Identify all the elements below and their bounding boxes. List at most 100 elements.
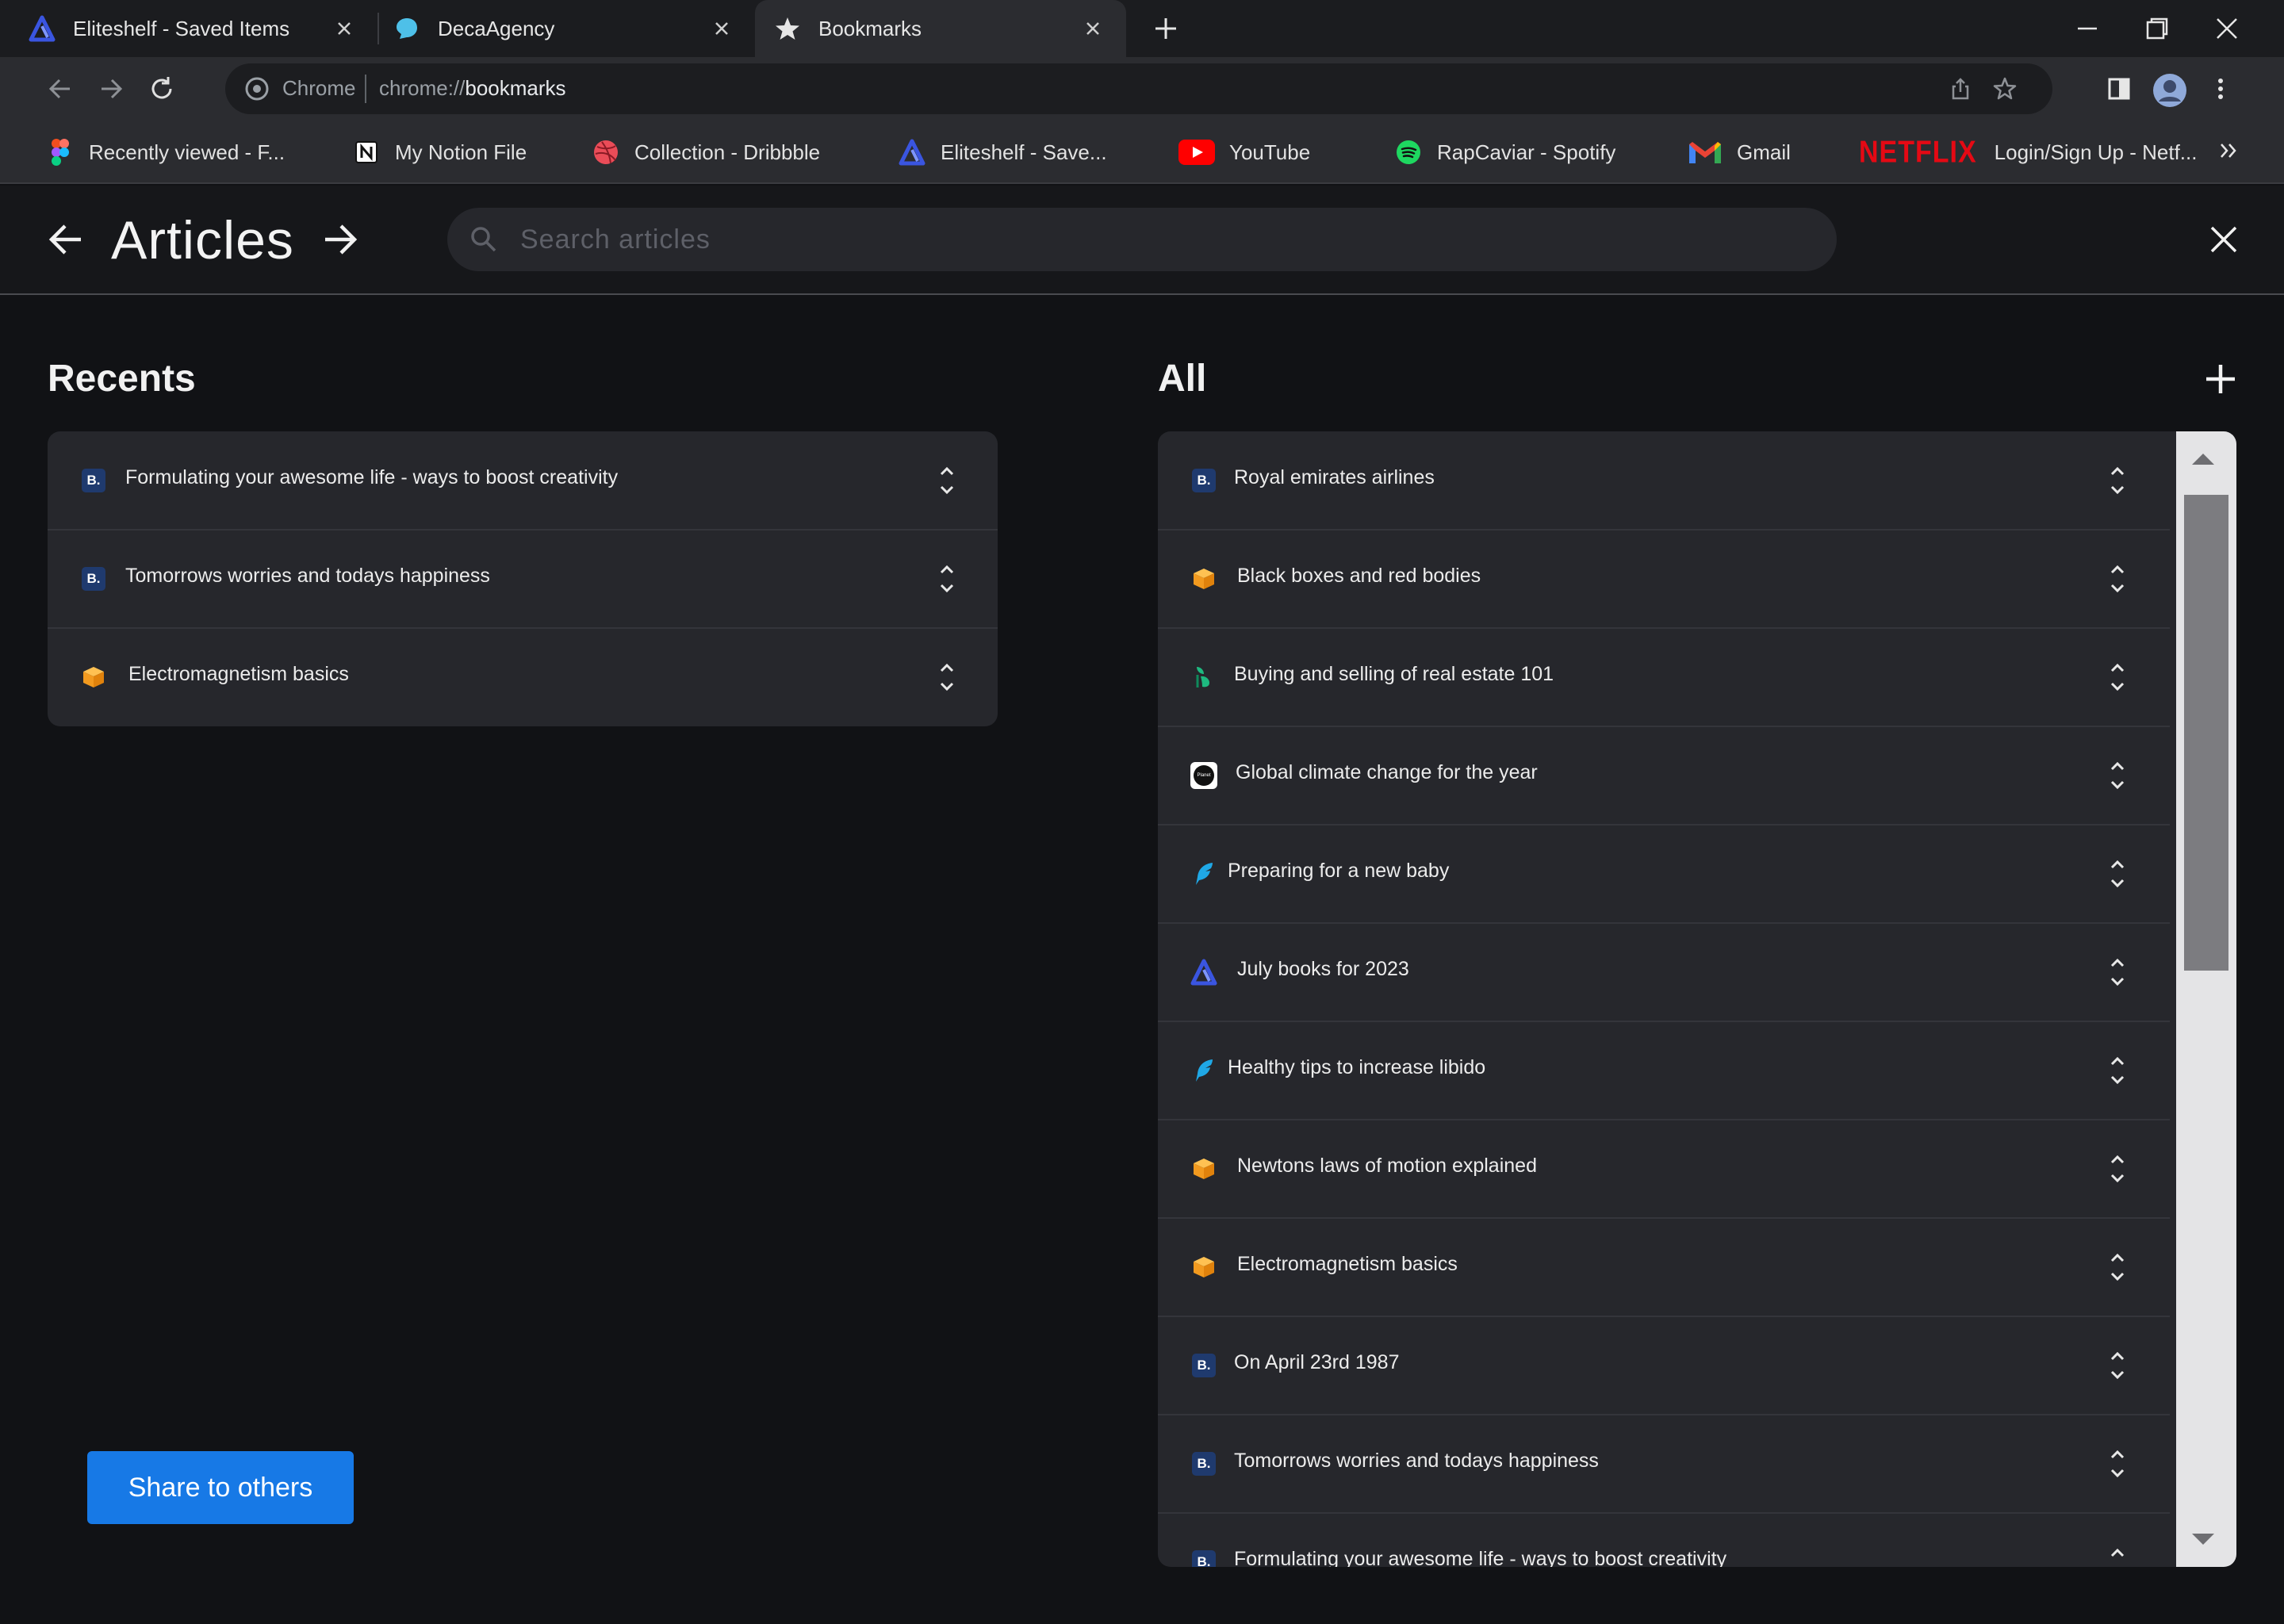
side-panel-icon[interactable] <box>2103 73 2135 105</box>
item-label: Tomorrows worries and todays happiness <box>1234 1450 1599 1472</box>
bookmarks-overflow-chevron-icon[interactable] <box>2214 136 2243 165</box>
add-plus-icon[interactable] <box>2202 360 2240 398</box>
bookmark-notion[interactable]: My Notion File <box>352 135 527 170</box>
expand-collapse-icon[interactable] <box>2105 561 2130 596</box>
tab-close-icon[interactable] <box>1082 17 1104 40</box>
list-item[interactable]: B. Tomorrows worries and todays happines… <box>1158 1415 2170 1513</box>
share-page-icon[interactable] <box>1948 76 1973 102</box>
browser-back-icon[interactable] <box>44 73 76 105</box>
forward-arrow-icon[interactable] <box>317 217 362 262</box>
tab-separator <box>377 13 379 44</box>
star-icon <box>774 15 801 42</box>
tab-decaagency[interactable]: DecaAgency <box>393 0 755 57</box>
profile-avatar[interactable] <box>2152 73 2186 107</box>
item-label: Electromagnetism basics <box>1237 1253 1458 1275</box>
tab-title: Eliteshelf - Saved Items <box>73 16 290 40</box>
address-bar[interactable]: Chrome chrome://bookmarks <box>225 63 2052 114</box>
item-label: Formulating your awesome life - ways to … <box>125 466 619 488</box>
circle-logo-icon: Planet <box>1190 761 1218 790</box>
item-label: On April 23rd 1987 <box>1234 1351 1400 1373</box>
window-close-icon[interactable] <box>2213 14 2241 43</box>
restore-icon[interactable] <box>2143 14 2171 43</box>
tab-close-icon[interactable] <box>333 17 355 40</box>
browser-forward-icon[interactable] <box>95 73 127 105</box>
recents-list: B. Formulating your awesome life - ways … <box>48 431 998 726</box>
bookmark-label: Gmail <box>1737 140 1791 164</box>
expand-collapse-icon[interactable] <box>934 561 960 596</box>
expand-collapse-icon[interactable] <box>934 660 960 695</box>
tab-strip: Eliteshelf - Saved Items DecaAgency Book… <box>0 0 2284 57</box>
search-input[interactable] <box>520 208 1805 271</box>
bookmark-youtube[interactable]: YouTube <box>1178 135 1310 170</box>
expand-collapse-icon[interactable] <box>2105 463 2130 498</box>
bookmark-eliteshelf[interactable]: Eliteshelf - Save... <box>898 135 1107 170</box>
expand-collapse-icon[interactable] <box>2105 955 2130 990</box>
eliteshelf-logo-icon <box>898 138 926 167</box>
expand-collapse-icon[interactable] <box>2105 856 2130 891</box>
bookmark-dribbble[interactable]: Collection - Dribbble <box>592 135 820 170</box>
list-item[interactable]: Electromagnetism basics <box>1158 1218 2170 1316</box>
list-item[interactable]: Black boxes and red bodies <box>1158 530 2170 628</box>
list-item[interactable]: July books for 2023 <box>1158 923 2170 1021</box>
page-title: Articles <box>111 210 294 270</box>
list-item[interactable]: Electromagnetism basics <box>48 628 998 726</box>
list-item[interactable]: B. Formulating your awesome life - ways … <box>1158 1513 2170 1567</box>
expand-collapse-icon[interactable] <box>2105 1053 2130 1088</box>
new-tab-plus-icon[interactable] <box>1152 14 1180 43</box>
bookmark-label: Collection - Dribbble <box>634 140 821 164</box>
spotify-icon <box>1394 138 1423 167</box>
bookmark-figma[interactable]: Recently viewed - F... <box>46 135 285 170</box>
list-item[interactable]: Newtons laws of motion explained <box>1158 1120 2170 1218</box>
expand-collapse-icon[interactable] <box>2105 1545 2130 1567</box>
scroll-down-arrow-icon[interactable] <box>2187 1529 2219 1551</box>
item-label: Buying and selling of real estate 101 <box>1234 663 1554 685</box>
expand-collapse-icon[interactable] <box>2105 660 2130 695</box>
expand-collapse-icon[interactable] <box>2105 1151 2130 1186</box>
bookmark-netflix[interactable]: NETFLIX Login/Sign Up - Netf... <box>1859 135 2197 170</box>
youtube-icon <box>1178 138 1215 167</box>
close-icon[interactable] <box>2205 220 2243 259</box>
bookmark-star-icon[interactable] <box>1992 76 2018 102</box>
bookmark-label: Login/Sign Up - Netf... <box>1994 140 2198 164</box>
expand-collapse-icon[interactable] <box>2105 1250 2130 1285</box>
reload-icon[interactable] <box>146 73 178 105</box>
scrollbar-thumb[interactable] <box>2184 495 2228 971</box>
figma-icon <box>46 138 75 167</box>
tab-bookmarks[interactable]: Bookmarks <box>755 0 1126 57</box>
list-item[interactable]: B. On April 23rd 1987 <box>1158 1316 2170 1415</box>
minimize-icon[interactable] <box>2073 14 2102 43</box>
recents-title: Recents <box>48 358 196 400</box>
bookmarks-bar: Recently viewed - F... My Notion File Co… <box>0 121 2284 184</box>
item-label: Global climate change for the year <box>1236 761 1538 783</box>
browser-menu-icon[interactable] <box>2205 73 2236 105</box>
tab-close-icon[interactable] <box>711 17 733 40</box>
feather-icon <box>1190 1056 1218 1085</box>
expand-collapse-icon[interactable] <box>934 463 960 498</box>
b-badge-icon: B. <box>1190 1450 1218 1478</box>
back-arrow-icon[interactable] <box>44 217 89 262</box>
expand-collapse-icon[interactable] <box>2105 758 2130 793</box>
netflix-icon: NETFLIX <box>1859 134 1977 170</box>
expand-collapse-icon[interactable] <box>2105 1348 2130 1383</box>
list-item[interactable]: B. Tomorrows worries and todays happines… <box>48 530 998 628</box>
tab-eliteshelf[interactable]: Eliteshelf - Saved Items <box>29 0 377 57</box>
expand-collapse-icon[interactable] <box>2105 1446 2130 1481</box>
list-item[interactable]: Planet Global climate change for the yea… <box>1158 726 2170 825</box>
bookmark-spotify[interactable]: RapCaviar - Spotify <box>1394 135 1615 170</box>
b-badge-icon: B. <box>1190 1351 1218 1380</box>
list-item[interactable]: B. Royal emirates airlines <box>1158 431 2170 530</box>
b-badge-icon: B. <box>1190 1548 1218 1567</box>
feather-icon <box>1190 860 1218 888</box>
list-item[interactable]: Buying and selling of real estate 101 <box>1158 628 2170 726</box>
scrollbar[interactable] <box>2176 431 2236 1567</box>
list-item[interactable]: Preparing for a new baby <box>1158 825 2170 923</box>
item-label: Healthy tips to increase libido <box>1228 1056 1486 1078</box>
share-to-others-button[interactable]: Share to others <box>87 1451 354 1524</box>
box-icon <box>1190 565 1218 593</box>
scroll-up-arrow-icon[interactable] <box>2187 447 2219 469</box>
list-item[interactable]: B. Formulating your awesome life - ways … <box>48 431 998 530</box>
list-item[interactable]: Healthy tips to increase libido <box>1158 1021 2170 1120</box>
bookmark-label: Recently viewed - F... <box>89 140 286 164</box>
bookmark-gmail[interactable]: Gmail <box>1688 135 1791 170</box>
notion-icon <box>352 138 381 167</box>
